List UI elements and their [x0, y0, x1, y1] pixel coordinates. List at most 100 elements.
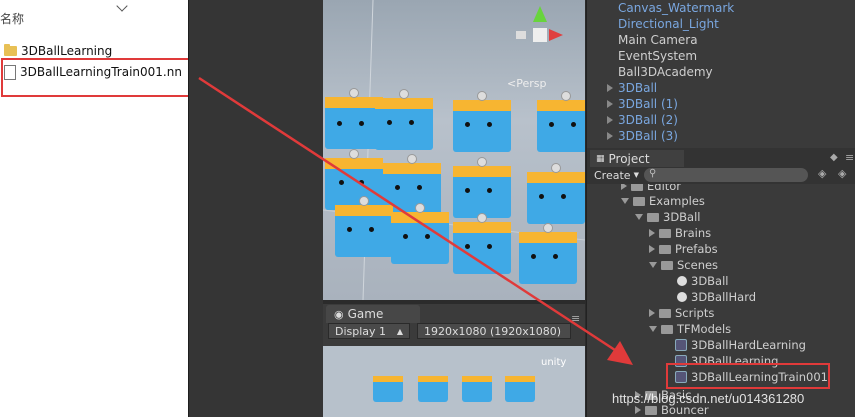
expand-arrow-icon [649, 309, 655, 317]
expand-arrow-icon[interactable] [607, 100, 613, 108]
tab-label: Project [608, 151, 650, 166]
model-icon [675, 339, 687, 351]
collapse-chevron-icon[interactable] [116, 0, 128, 12]
orientation-gizmo[interactable] [509, 6, 573, 58]
dropdown-arrow-icon: ▼ [633, 171, 639, 179]
hierarchy-item[interactable]: 3DBall (1) [618, 97, 678, 111]
tree-label: 3DBallHard [691, 290, 757, 304]
tree-label: Editor [647, 184, 682, 193]
ball-cube [453, 213, 511, 274]
unity-logo-text: unity [541, 357, 567, 368]
ball-cube [519, 223, 577, 284]
search-input[interactable]: ⚲ [644, 168, 808, 182]
ball-cube [462, 376, 492, 402]
hierarchy-item[interactable]: Directional_Light [618, 17, 719, 31]
tree-item[interactable]: Prefabs [649, 242, 718, 256]
ball-cube [325, 149, 383, 210]
tree-item[interactable]: 3DBall [677, 274, 729, 288]
highlight-box-model [666, 363, 830, 389]
expand-arrow-icon[interactable] [607, 116, 613, 124]
hierarchy-item[interactable]: EventSystem [618, 49, 697, 63]
expand-arrow-icon [621, 198, 629, 204]
folder-icon [661, 260, 673, 270]
expand-arrow-icon [635, 214, 643, 220]
tree-item[interactable]: Editor [621, 184, 681, 193]
folder-icon [661, 324, 673, 334]
folder-icon [633, 196, 645, 206]
tree-label: Scenes [677, 258, 719, 272]
tree-item[interactable]: 3DBallHard [677, 290, 756, 304]
ball-cube [527, 163, 585, 224]
tree-item[interactable]: 3DBall [635, 210, 701, 224]
menu-icon[interactable]: ≡ [845, 151, 854, 164]
highlight-box-file [1, 58, 199, 97]
tree-item[interactable]: Scenes [649, 258, 718, 272]
tree-label: TFModels [677, 322, 732, 336]
explorer-item-label: 3DBallLearning [21, 44, 113, 58]
resolution-select-value: 1920x1080 (1920x1080) [424, 324, 562, 338]
file-explorer-panel: 名称 3DBallLearning 3DBallLearningTrain001… [0, 0, 199, 417]
tab-game[interactable]: ◉ Game [326, 305, 420, 323]
expand-arrow-icon [649, 245, 655, 253]
folder-icon [659, 308, 671, 318]
filter-icon[interactable]: ◈ [818, 167, 826, 180]
persp-label[interactable]: <Persp [507, 77, 546, 90]
game-icon: ◉ [334, 307, 344, 321]
project-icon: ▦ [596, 153, 605, 164]
tree-label: Prefabs [675, 242, 718, 256]
hierarchy-item[interactable]: Main Camera [618, 33, 698, 47]
tree-label: 3DBallHardLearning [691, 338, 806, 352]
hierarchy-item[interactable]: Ball3DAcademy [618, 65, 713, 79]
create-label: Create [594, 168, 631, 182]
scene-view[interactable]: <Persp [323, 0, 585, 300]
menu-icon[interactable]: ≡ [571, 312, 580, 325]
hierarchy-item[interactable]: 3DBall (3) [618, 129, 678, 143]
folder-icon [645, 405, 657, 415]
hierarchy-item[interactable]: Canvas_Watermark [618, 1, 734, 15]
tab-label: Game [347, 307, 384, 321]
tree-item[interactable]: Brains [649, 226, 711, 240]
tree-item[interactable]: 3DBallHardLearning [675, 338, 806, 352]
folder-icon [659, 228, 671, 238]
ball-cube [453, 91, 511, 152]
expand-arrow-icon[interactable] [607, 84, 613, 92]
tab-project[interactable]: ▦ Project [590, 150, 684, 167]
ball-cube [373, 376, 403, 402]
create-button[interactable]: Create ▼ [594, 168, 640, 182]
expand-arrow-icon[interactable] [607, 132, 613, 140]
folder-icon [659, 244, 671, 254]
editor-gap [188, 0, 323, 417]
expand-arrow-icon [649, 326, 657, 332]
tree-label: 3DBall [663, 210, 701, 224]
tree-item[interactable]: TFModels [649, 322, 731, 336]
ball-cube [505, 376, 535, 402]
tree-item[interactable]: Examples [621, 194, 705, 208]
hierarchy-item[interactable]: 3DBall (2) [618, 113, 678, 127]
tree-item[interactable]: Scripts [649, 306, 714, 320]
expand-arrow-icon [621, 184, 627, 190]
tree-label: 3DBall [691, 274, 729, 288]
folder-icon [631, 184, 643, 191]
ball-cube [375, 89, 433, 150]
ball-cube [335, 196, 393, 257]
tree-label: Examples [649, 194, 705, 208]
hierarchy-item[interactable]: 3DBall [618, 81, 657, 95]
display-select[interactable]: Display 1 ▲ [328, 323, 410, 339]
select-arrow-icon: ▲ [396, 326, 403, 336]
unity-scene-icon [677, 292, 687, 302]
expand-arrow-icon [649, 229, 655, 237]
unity-scene-icon [677, 276, 687, 286]
expand-arrow-icon [649, 262, 657, 268]
ball-cube [418, 376, 448, 402]
hierarchy-panel: Canvas_Watermark Directional_Light Main … [586, 0, 855, 148]
label-icon[interactable]: ◈ [838, 167, 846, 180]
lock-icon[interactable]: ◆ [830, 152, 838, 163]
divider [188, 0, 189, 417]
name-column-header[interactable]: 名称 [0, 10, 24, 27]
expand-arrow-icon [635, 406, 641, 414]
resolution-select[interactable]: 1920x1080 (1920x1080) [417, 323, 571, 339]
ball-cube [453, 157, 511, 218]
ball-cube [391, 203, 449, 264]
game-view[interactable]: unity [323, 346, 585, 417]
search-icon: ⚲ [649, 168, 657, 179]
